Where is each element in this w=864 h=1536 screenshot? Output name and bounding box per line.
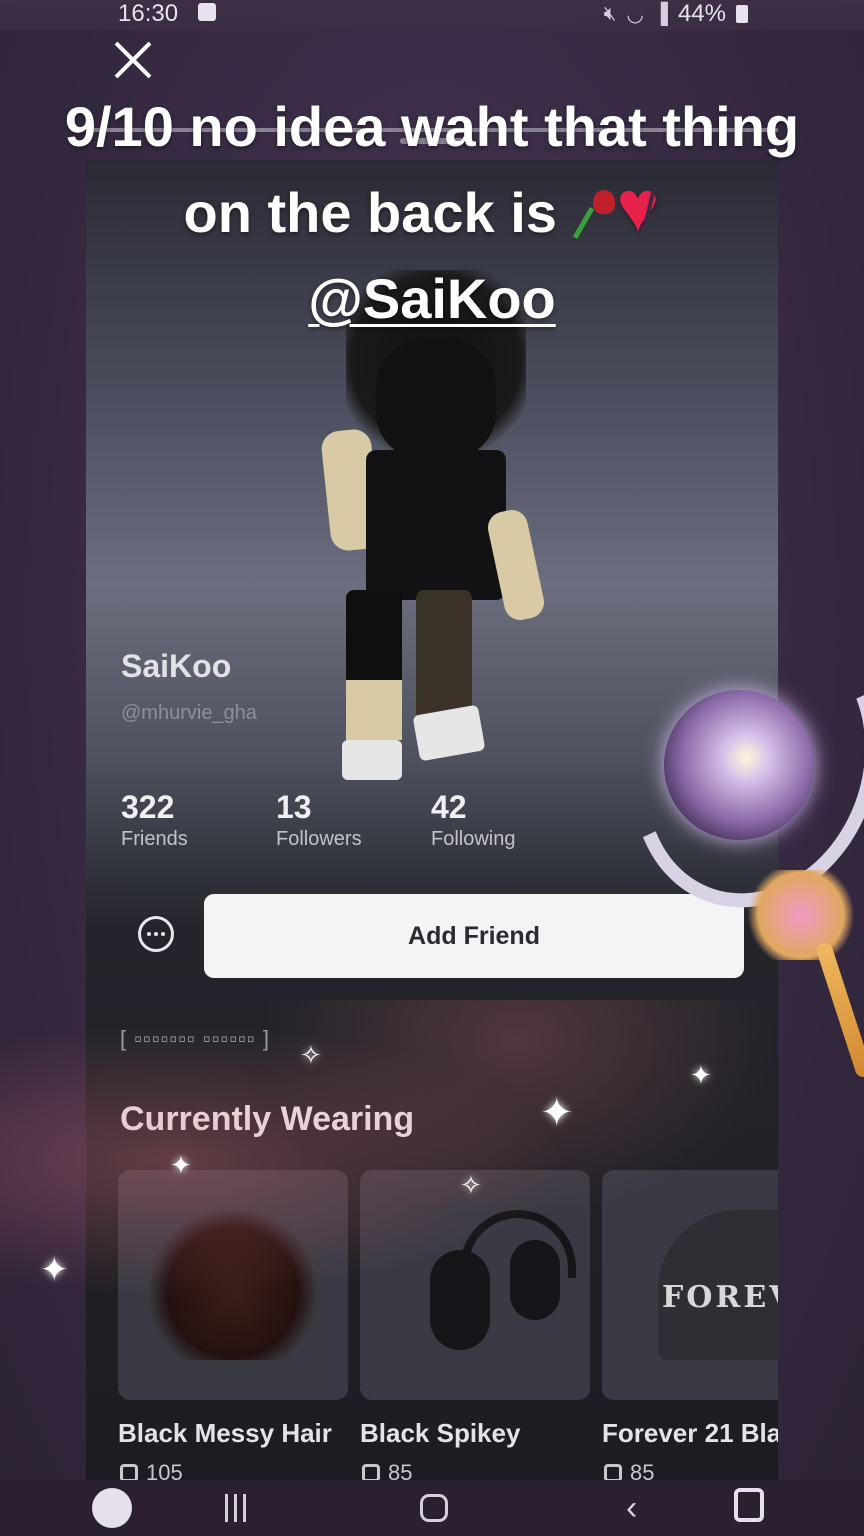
wilted-rose-emoji xyxy=(573,186,617,238)
wearing-item-price: 85 xyxy=(604,1460,654,1480)
wearing-item-name[interactable]: Forever 21 Bla xyxy=(602,1418,778,1449)
avatar-torso xyxy=(366,450,506,600)
profile-bio: [ ▫▫▫▫▫▫▫ ▫▫▫▫▫▫ ] xyxy=(120,1026,270,1051)
wearing-item-name[interactable]: Black Spikey xyxy=(360,1418,596,1449)
wearing-item-price: 105 xyxy=(120,1460,183,1480)
wearing-item-card[interactable] xyxy=(118,1170,348,1400)
profile-sheet: SaiKoo @mhurvie_gha 322 Friends 13 Follo… xyxy=(86,160,778,1480)
wifi-icon: ◡ xyxy=(626,3,644,26)
sparkle-icon: ✦ xyxy=(40,1251,69,1289)
avatar-shoe-right xyxy=(412,704,486,762)
recents-button[interactable] xyxy=(220,1494,250,1524)
currently-wearing-title: Currently Wearing xyxy=(120,1100,415,1138)
stat-followers-value: 13 xyxy=(276,789,312,825)
system-nav-bar: ‹ xyxy=(0,1480,864,1536)
back-button[interactable]: ‹ xyxy=(626,1491,637,1525)
stat-friends-label: Friends xyxy=(121,828,188,850)
avatar-shoe-left xyxy=(342,740,402,780)
beanie-print: FOREVER xyxy=(662,1280,778,1315)
wearing-item-name[interactable]: Black Messy Hair xyxy=(118,1418,354,1449)
stat-following-value: 42 xyxy=(431,789,467,825)
home-button[interactable] xyxy=(420,1494,448,1522)
game-launcher-icon[interactable] xyxy=(92,1488,132,1528)
profile-display-name: SaiKoo xyxy=(121,648,232,684)
stat-followers[interactable]: 13 Followers xyxy=(276,788,362,851)
mute-icon: 🔇︎ xyxy=(603,2,617,25)
caption-line-2-text: on the back is xyxy=(183,181,557,244)
more-dot-icon xyxy=(154,932,158,936)
add-friend-button[interactable]: Add Friend xyxy=(204,894,744,978)
more-dot-icon xyxy=(161,932,165,936)
caption-line-1: 9/10 no idea waht that thing xyxy=(64,95,800,158)
robux-icon xyxy=(604,1464,622,1480)
wand-stick xyxy=(814,940,864,1080)
spikey-headphones-thumbnail xyxy=(400,1210,576,1360)
price-value: 105 xyxy=(146,1460,183,1480)
status-time: 16:30 xyxy=(118,0,179,27)
wearing-item-card[interactable] xyxy=(360,1170,590,1400)
price-value: 85 xyxy=(630,1460,655,1480)
stat-friends-value: 322 xyxy=(121,789,175,825)
caption-mention-link[interactable]: @SaiKoo xyxy=(308,267,556,330)
messy-hair-thumbnail xyxy=(148,1210,318,1360)
wearing-item-price: 85 xyxy=(362,1460,412,1480)
battery-level: 44% xyxy=(677,0,726,27)
broken-heart-emoji xyxy=(617,164,681,250)
robux-icon xyxy=(120,1464,138,1480)
rotate-screen-icon[interactable] xyxy=(734,1488,764,1522)
status-bar: 16:30 🔇︎ ◡ ▐ 44% xyxy=(0,0,864,30)
stat-following-label: Following xyxy=(431,828,516,850)
more-options-button[interactable] xyxy=(138,916,174,952)
avatar-leg-right xyxy=(416,590,472,720)
avatar-shin-left xyxy=(346,680,402,740)
more-dot-icon xyxy=(147,932,151,936)
stat-followers-label: Followers xyxy=(276,828,362,850)
price-value: 85 xyxy=(388,1460,413,1480)
profile-username: @mhurvie_gha xyxy=(121,702,257,724)
robux-icon xyxy=(362,1464,380,1480)
battery-icon xyxy=(736,5,748,23)
avatar-head xyxy=(376,340,496,460)
status-icons: 🔇︎ ◡ ▐ 44% xyxy=(604,0,748,28)
caption-line-2: on the back is xyxy=(30,164,834,256)
video-caption: 9/10 no idea waht that thing on the back… xyxy=(30,84,834,342)
stat-friends[interactable]: 322 Friends xyxy=(121,788,188,851)
wearing-item-card[interactable]: FOREVER xyxy=(602,1170,778,1400)
close-icon[interactable] xyxy=(112,38,154,80)
signal-icon: ▐ xyxy=(653,2,668,25)
notification-icon xyxy=(198,3,216,21)
stat-following[interactable]: 42 Following xyxy=(431,788,515,851)
